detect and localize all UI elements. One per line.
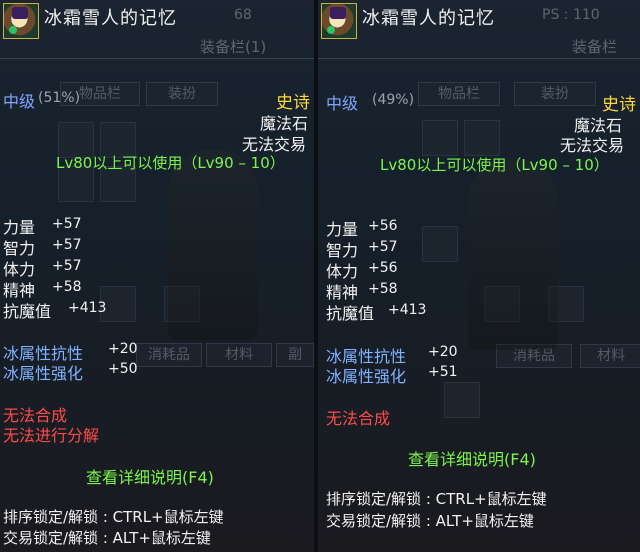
grade-percent: (49%)	[372, 92, 415, 108]
item-tooltip-left: 物品栏 装扮 消耗品 材料 副 冰霜雪人的记忆 68 装备栏(1) 中级 (51…	[0, 0, 314, 552]
elem-value: +20	[428, 344, 458, 360]
header-faded-value: PS : 110	[542, 7, 600, 23]
bg-tab-material: 材料	[580, 344, 640, 368]
level-requirement: Lv80以上可以使用（Lv90 – 10）	[56, 154, 285, 172]
trade-restriction: 无法交易	[560, 136, 625, 155]
stat-value: +56	[368, 260, 398, 276]
view-details-button[interactable]: 查看详细说明(F4)	[408, 446, 536, 470]
bg-tab-material: 材料	[206, 343, 272, 367]
stat-value: +56	[368, 218, 398, 234]
stat-name: 抗魔值	[3, 302, 52, 321]
snowman-memory-icon[interactable]	[321, 3, 357, 39]
bg-equip-slot	[444, 382, 480, 418]
stat-value: +413	[388, 302, 427, 318]
no-decompose-notice: 无法进行分解	[3, 426, 100, 445]
stat-value: +57	[52, 216, 82, 232]
level-requirement: Lv80以上可以使用（Lv90 – 10）	[380, 156, 609, 174]
tooltip-header: 冰霜雪人的记忆 68	[0, 0, 314, 39]
stat-value: +58	[52, 279, 82, 295]
bg-tab-extra: 副	[276, 343, 314, 367]
stat-value: +58	[368, 281, 398, 297]
no-synthesis-notice: 无法合成	[326, 409, 391, 428]
sort-lock-hint: 排序锁定/解锁 : CTRL+鼠标左键	[326, 490, 547, 508]
item-tooltip-right: 物品栏 装扮 消耗品 材料 冰霜雪人的记忆 PS : 110 装备栏 中级 (4…	[318, 0, 640, 552]
item-name: 冰霜雪人的记忆	[362, 8, 495, 29]
header-faded-value: 68	[234, 7, 252, 23]
grade-label: 中级	[3, 92, 36, 111]
view-details-button[interactable]: 查看详细说明(F4)	[86, 464, 214, 488]
stat-name: 抗魔值	[326, 304, 375, 323]
stat-value: +57	[368, 239, 398, 255]
elem-value: +50	[108, 361, 138, 377]
bg-equip-slot	[422, 120, 458, 156]
divider	[318, 58, 640, 59]
tooltip-header: 冰霜雪人的记忆 PS : 110	[318, 0, 640, 39]
trade-lock-hint: 交易锁定/解锁 : ALT+鼠标左键	[3, 529, 211, 547]
divider	[0, 58, 314, 59]
bg-tab-avatar: 装扮	[146, 82, 218, 106]
grade-percent: (51%)	[38, 90, 81, 106]
bg-tab-avatar: 装扮	[514, 82, 596, 106]
bg-equip-slot	[464, 120, 500, 156]
sort-lock-hint: 排序锁定/解锁 : CTRL+鼠标左键	[3, 508, 224, 526]
bg-tab-consumable: 消耗品	[136, 343, 202, 367]
grade-label: 中级	[326, 94, 359, 113]
window-title: 装备栏(1)	[200, 38, 267, 56]
item-name: 冰霜雪人的记忆	[44, 8, 177, 29]
window-title: 装备栏	[572, 38, 618, 56]
stat-value: +413	[68, 300, 107, 316]
stat-value: +57	[52, 258, 82, 274]
bg-character-figure	[168, 150, 258, 340]
stat-value: +57	[52, 237, 82, 253]
bg-character-figure	[468, 160, 558, 350]
trade-lock-hint: 交易锁定/解锁 : ALT+鼠标左键	[326, 512, 534, 530]
elem-value: +20	[108, 341, 138, 357]
elem-name: 冰属性强化	[326, 367, 407, 386]
bg-equip-slot	[422, 226, 458, 262]
bg-tab-inventory: 物品栏	[418, 82, 500, 106]
elem-name: 冰属性强化	[3, 364, 84, 383]
snowman-memory-icon[interactable]	[3, 3, 39, 39]
elem-value: +51	[428, 364, 458, 380]
